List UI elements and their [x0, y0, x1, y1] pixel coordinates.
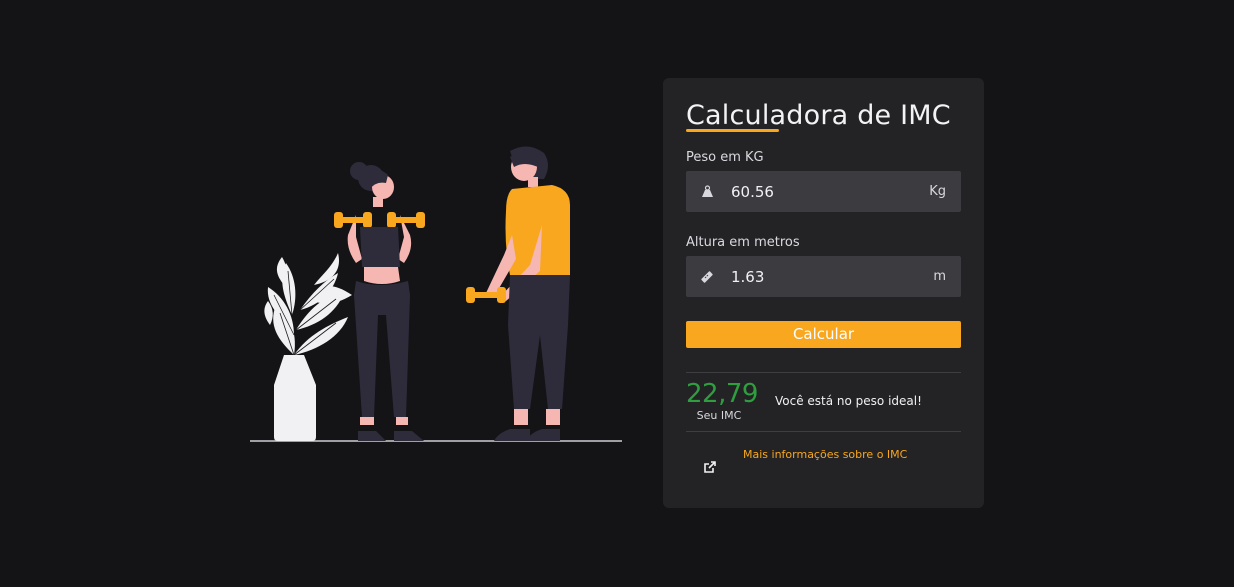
title-underline [686, 129, 779, 132]
height-field[interactable]: 1.63 m [686, 256, 961, 297]
weight-unit: Kg [929, 184, 946, 199]
weight-field[interactable]: 60.56 Kg [686, 171, 961, 212]
height-unit: m [933, 269, 946, 284]
more-info-row: Mais informações sobre o IMC [686, 432, 961, 492]
external-link-icon[interactable] [703, 459, 717, 473]
imc-label: Seu IMC [696, 409, 742, 422]
man-figure [466, 146, 570, 441]
title-text: Calculadora de IMC [686, 100, 951, 131]
ruler-icon [700, 270, 714, 284]
weight-icon [700, 185, 714, 199]
height-input[interactable]: 1.63 [731, 268, 933, 286]
more-info-link[interactable]: Mais informações sobre o IMC [743, 448, 907, 461]
woman-figure [334, 162, 425, 441]
weight-label: Peso em KG [686, 150, 764, 165]
page-title: Calculadora de IMC [686, 98, 961, 134]
result-section: 22,79 Seu IMC Você está no peso ideal! [686, 373, 961, 431]
imc-result: 22,79 Seu IMC [686, 379, 758, 422]
fitness-illustration [248, 145, 624, 445]
calculate-button[interactable]: Calcular [686, 321, 961, 348]
result-message: Você está no peso ideal! [775, 394, 922, 408]
weight-input[interactable]: 60.56 [731, 183, 929, 201]
imc-value: 22,79 [686, 379, 758, 409]
plant [264, 253, 352, 355]
height-label: Altura em metros [686, 235, 800, 250]
imc-calculator-card: Calculadora de IMC Peso em KG 60.56 Kg A… [663, 78, 984, 508]
